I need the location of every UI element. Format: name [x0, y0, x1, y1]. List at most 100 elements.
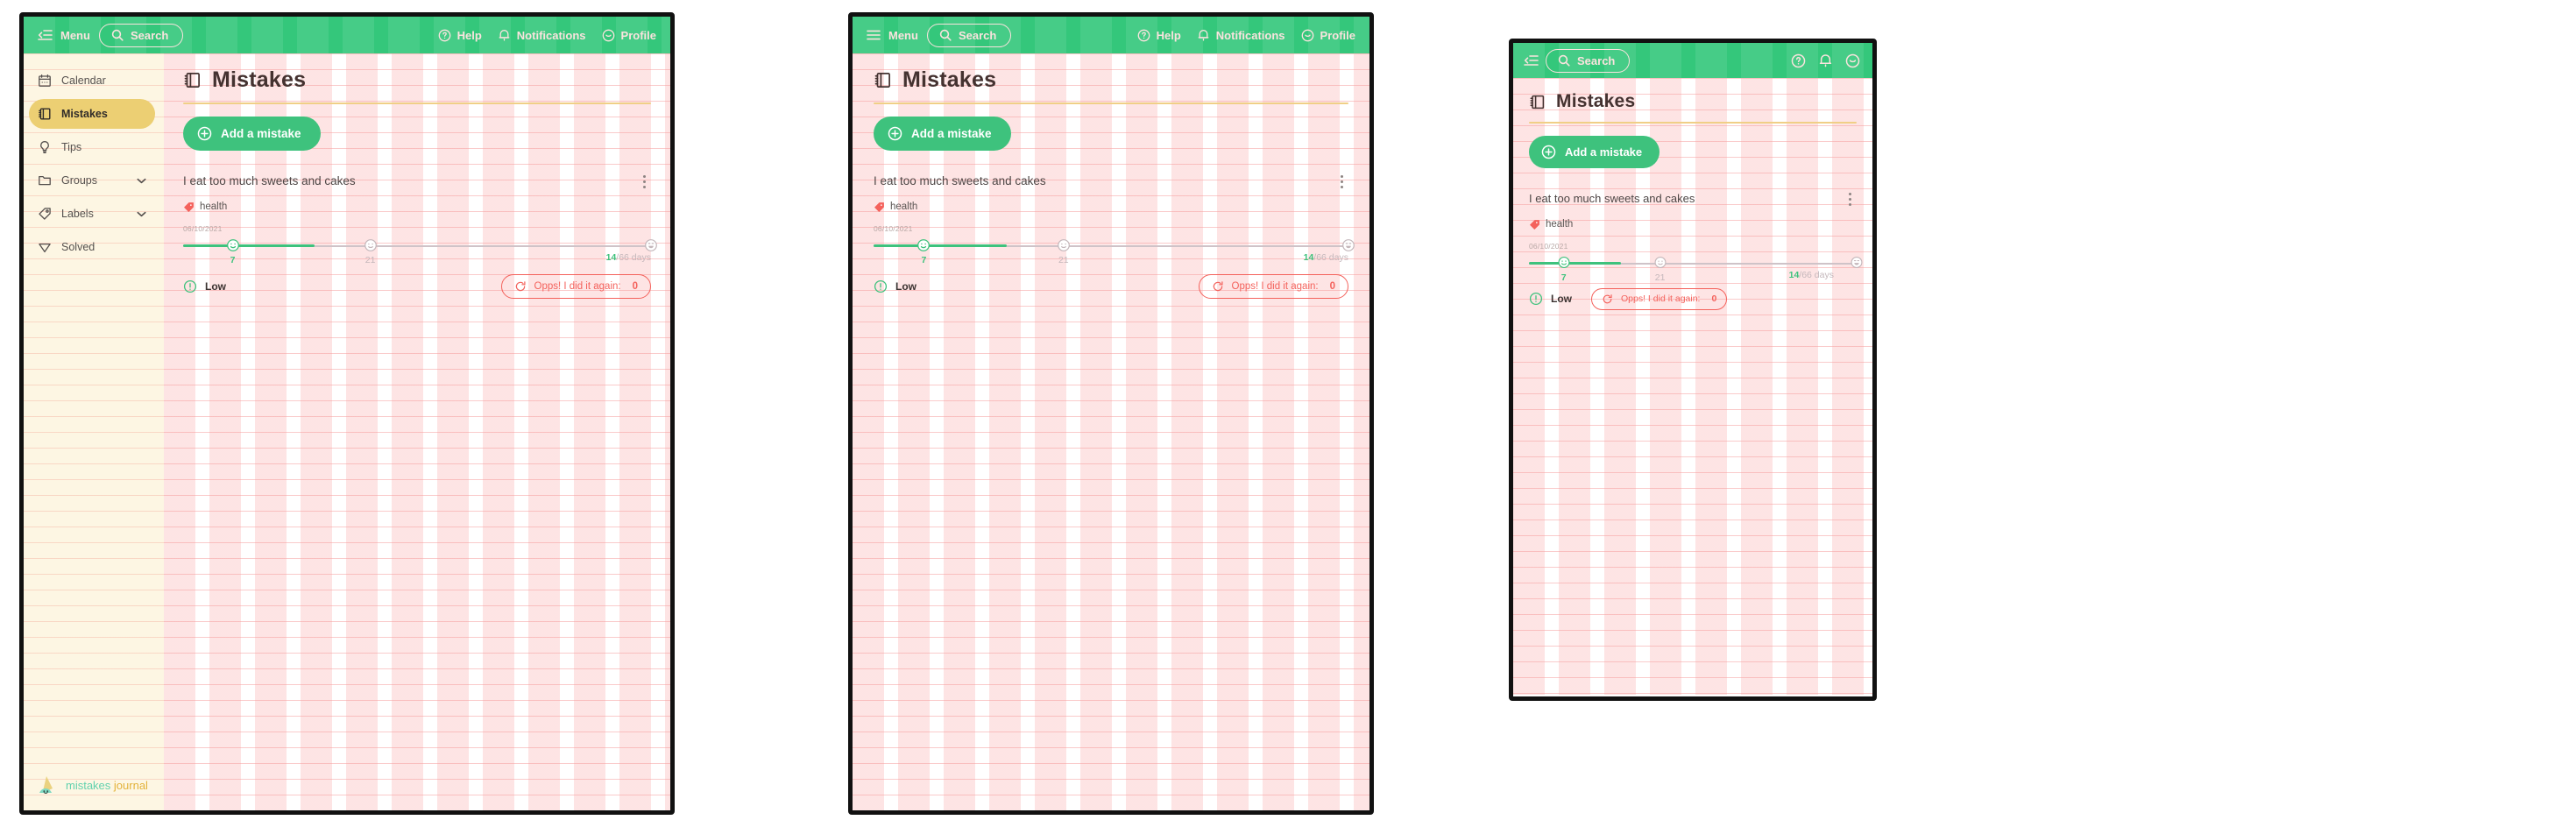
profile-button[interactable]: Profile — [602, 29, 656, 42]
timeline-days-counter: 14/66 days — [1304, 252, 1348, 263]
brand-text-part1: mistakes — [66, 778, 111, 792]
smiley-neutral-icon — [1653, 256, 1667, 269]
menu-button[interactable] — [1524, 54, 1539, 67]
timeline-milestone-7[interactable]: 7 — [916, 238, 931, 265]
add-mistake-button[interactable]: Add a mistake — [183, 116, 321, 151]
timeline-milestone-7[interactable]: 7 — [226, 238, 240, 265]
timeline-milestone-66[interactable] — [1851, 256, 1864, 273]
search-button[interactable]: Search — [98, 23, 184, 47]
sidebar-item-mistakes[interactable]: Mistakes — [29, 99, 155, 129]
mistake-tag[interactable]: health — [1529, 219, 1857, 230]
priority-indicator: Low — [1529, 292, 1572, 306]
bell-icon — [1197, 28, 1210, 42]
smiley-slight-icon — [226, 238, 240, 252]
search-label: Search — [130, 28, 169, 42]
timeline-milestone-label: 21 — [364, 254, 376, 265]
refresh-icon — [1602, 293, 1613, 305]
mistake-card[interactable]: I eat too much sweets and cakes health 0… — [1529, 191, 1863, 310]
search-label: Search — [958, 28, 997, 42]
timeline-milestone-21[interactable]: 21 — [364, 238, 378, 265]
profile-label: Profile — [620, 28, 656, 42]
notifications-button[interactable]: Notifications — [1197, 28, 1285, 42]
sidebar-item-groups[interactable]: Groups — [29, 166, 155, 195]
exclamation-circle-icon — [874, 279, 888, 293]
question-circle-icon — [1791, 53, 1806, 68]
help-label: Help — [1156, 28, 1181, 42]
timeline-days-current: 14 — [1303, 251, 1314, 263]
sidebar-item-label: Mistakes — [61, 108, 108, 120]
relapse-label: Opps! I did it again: — [1231, 280, 1319, 292]
chevron-down-icon[interactable] — [137, 178, 146, 184]
brand-text-part2: journal — [113, 778, 148, 792]
mistake-card[interactable]: I eat too much sweets and cakes health 0… — [183, 173, 657, 299]
notifications-label: Notifications — [516, 28, 586, 42]
mistake-tag[interactable]: health — [874, 201, 1348, 213]
search-icon — [939, 29, 952, 41]
sidebar-item-label: Calendar — [61, 74, 106, 87]
menu-label: Menu — [60, 28, 90, 42]
bell-icon — [1818, 53, 1833, 68]
chevron-down-icon[interactable] — [137, 211, 146, 217]
profile-button[interactable]: Profile — [1301, 29, 1355, 42]
main-content: Mistakes Add a mistake I eat too much sw… — [853, 53, 1369, 810]
page-title: Mistakes — [212, 67, 307, 92]
sidebar-item-solved[interactable]: Solved — [29, 232, 155, 262]
top-navigation-bar: Menu Search Help Notifications Profile — [853, 17, 1369, 53]
menu-button[interactable]: Menu — [867, 29, 918, 42]
relapse-button[interactable]: Opps! I did it again: 0 — [1591, 287, 1728, 310]
relapse-label: Opps! I did it again: — [1621, 293, 1701, 305]
kebab-menu-icon[interactable] — [1335, 173, 1348, 190]
question-circle-icon — [438, 29, 451, 42]
search-button[interactable]: Search — [926, 23, 1012, 47]
search-icon — [111, 29, 124, 41]
timeline-milestone-label: 7 — [230, 254, 236, 265]
mistake-start-date: 06/10/2021 — [874, 223, 913, 233]
notifications-button[interactable]: Notifications — [498, 28, 586, 42]
relapse-button[interactable]: Opps! I did it again: 0 — [1198, 273, 1348, 299]
smiley-neutral-icon — [364, 238, 378, 252]
help-button[interactable] — [1791, 53, 1806, 68]
notebook-icon — [874, 71, 892, 89]
notifications-button[interactable] — [1818, 53, 1833, 68]
mistake-title: I eat too much sweets and cakes — [1529, 191, 1695, 205]
mistake-card[interactable]: I eat too much sweets and cakes health 0… — [874, 173, 1355, 299]
priority-label: Low — [1551, 293, 1572, 306]
kebab-menu-icon[interactable] — [638, 173, 651, 190]
timeline-milestone-label: 21 — [1058, 254, 1069, 265]
tag-icon — [874, 201, 885, 213]
add-mistake-button[interactable]: Add a mistake — [874, 116, 1011, 151]
sidebar-item-tips[interactable]: Tips — [29, 132, 155, 162]
top-navigation-bar: Search — [1513, 43, 1872, 78]
timeline-days-total: /66 days — [1799, 269, 1834, 280]
kebab-menu-icon[interactable] — [1844, 191, 1857, 208]
app-logo: mistakes journal — [24, 774, 164, 810]
relapse-button[interactable]: Opps! I did it again: 0 — [500, 273, 651, 299]
sidebar-item-calendar[interactable]: Calendar — [29, 66, 155, 95]
smiley-grin-icon — [644, 238, 658, 252]
help-button[interactable]: Help — [438, 29, 482, 42]
mistakes-journal-logo-icon — [38, 774, 59, 796]
sidebar-item-labels[interactable]: Labels — [29, 199, 155, 229]
tablet-viewport-frame: Menu Search Help Notifications Profile M… — [848, 12, 1374, 815]
mistake-tag[interactable]: health — [183, 201, 651, 213]
add-mistake-label: Add a mistake — [1565, 145, 1643, 159]
add-mistake-button[interactable]: Add a mistake — [1529, 135, 1660, 168]
add-mistake-label: Add a mistake — [911, 126, 992, 140]
relapse-count: 0 — [1711, 293, 1717, 305]
menu-button[interactable]: Menu — [38, 29, 90, 42]
profile-button[interactable] — [1845, 53, 1860, 68]
timeline-milestone-21[interactable]: 21 — [1653, 256, 1667, 283]
page-header: Mistakes — [183, 67, 651, 93]
help-button[interactable]: Help — [1137, 29, 1181, 42]
exclamation-circle-icon — [183, 279, 197, 293]
search-button[interactable]: Search — [1546, 48, 1631, 73]
timeline-milestone-21[interactable]: 21 — [1057, 238, 1071, 265]
question-circle-icon — [1137, 29, 1150, 42]
timeline-milestone-7[interactable]: 7 — [1557, 256, 1570, 283]
menu-label: Menu — [888, 28, 918, 42]
refresh-icon — [514, 280, 527, 293]
hamburger-icon — [867, 29, 881, 41]
exclamation-circle-icon — [1529, 292, 1543, 306]
timeline-days-total: /66 days — [616, 251, 651, 263]
smiley-face-icon — [602, 29, 615, 42]
